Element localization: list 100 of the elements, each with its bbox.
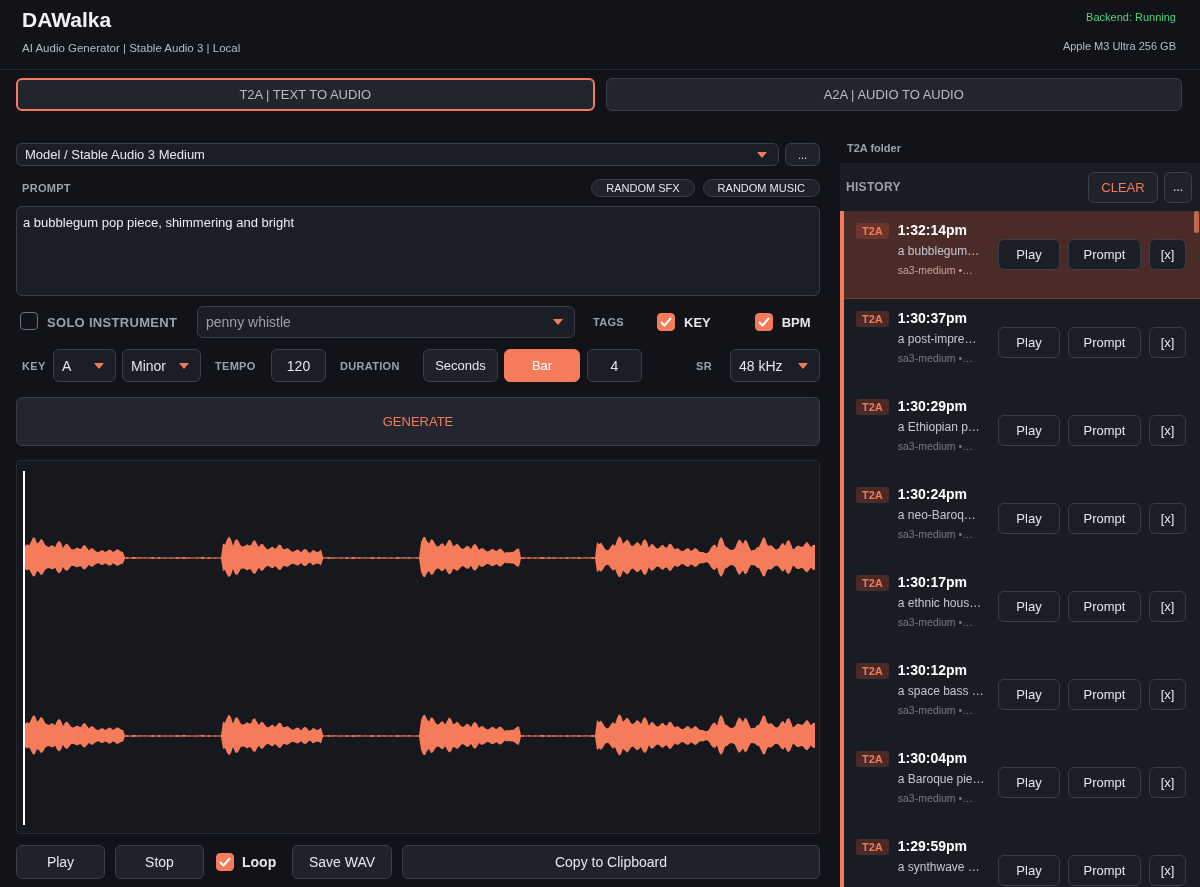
history-action-button[interactable]: [x]: [1149, 679, 1186, 710]
history-title: HISTORY: [846, 180, 902, 194]
history-model: sa3-medium •…: [897, 352, 974, 364]
duration-unit-button[interactable]: Seconds: [423, 349, 498, 382]
duration-label: DURATION: [340, 359, 401, 372]
history-action-button[interactable]: Play: [998, 503, 1060, 534]
history-action-button[interactable]: [x]: [1149, 239, 1186, 270]
checkbox[interactable]: [216, 853, 234, 871]
caret-icon: [756, 150, 768, 159]
history-item[interactable]: T2A 1:30:04pm a Baroque pie… sa3-medium •… Play Prompt [x]: [844, 739, 1200, 827]
checkbox[interactable]: [20, 311, 38, 330]
tempo-field[interactable]: 120: [271, 349, 326, 382]
transport-button[interactable]: Play: [16, 845, 105, 879]
history-prompt: a synthwave …: [897, 860, 981, 874]
tag-label: BPM: [781, 314, 811, 330]
random-button[interactable]: RANDOM MUSIC: [702, 179, 820, 197]
random-button[interactable]: RANDOM SFX: [591, 179, 695, 197]
generate-button[interactable]: GENERATE: [16, 397, 820, 446]
history-action-button[interactable]: Prompt: [1068, 415, 1141, 446]
device-label: Apple M3 Ultra 256 GB: [1062, 40, 1176, 52]
history-model: sa3-medium •…: [897, 792, 974, 804]
folder-label: T2A folder: [847, 142, 901, 154]
clear-button[interactable]: CLEAR: [1088, 171, 1158, 203]
history-action-button[interactable]: Play: [998, 767, 1060, 798]
history-prompt: a bubblegum…: [897, 244, 981, 258]
key-label: KEY: [22, 359, 47, 372]
history-model: sa3-medium •…: [897, 704, 974, 716]
sample-rate-select[interactable]: 48 kHz: [730, 349, 820, 382]
history-action-button[interactable]: Prompt: [1068, 239, 1141, 270]
history-action-button[interactable]: Prompt: [1068, 855, 1141, 886]
history-action-button[interactable]: Play: [998, 415, 1060, 446]
instrument-select[interactable]: penny whistle: [197, 306, 575, 338]
history-item[interactable]: T2A 1:30:37pm a post-impre… sa3-medium •… Play Prompt [x]: [844, 299, 1200, 387]
history-action-button[interactable]: Play: [998, 679, 1060, 710]
tags-label: TAGS: [593, 316, 625, 328]
duration-field[interactable]: 4: [587, 349, 642, 382]
type-badge: T2A: [856, 839, 889, 855]
more-button[interactable]: ...: [1164, 171, 1192, 203]
history-prompt: a Baroque pie…: [897, 772, 986, 786]
history-prompt: a Ethiopian p…: [897, 420, 981, 434]
mode-tab[interactable]: T2A | TEXT TO AUDIO: [16, 78, 595, 111]
type-badge: T2A: [856, 751, 889, 767]
history-prompt: a neo-Baroq…: [897, 508, 977, 522]
history-action-button[interactable]: Play: [998, 327, 1060, 358]
history-prompt: a space bass …: [897, 684, 985, 698]
caret-icon: [552, 318, 564, 326]
history-item[interactable]: T2A 1:30:29pm a Ethiopian p… sa3-medium •… Play Prompt [x]: [844, 387, 1200, 475]
history-item[interactable]: T2A 1:30:17pm a ethnic hous… sa3-medium •… Play Prompt [x]: [844, 563, 1200, 651]
app-subtitle: AI Audio Generator | Stable Audio 3 | Local: [22, 42, 241, 54]
type-badge: T2A: [856, 223, 889, 239]
history-action-button[interactable]: [x]: [1149, 855, 1186, 886]
history-action-button[interactable]: Play: [998, 239, 1060, 270]
type-badge: T2A: [856, 575, 889, 591]
history-action-button[interactable]: Prompt: [1068, 503, 1141, 534]
history-time: 1:32:14pm: [897, 222, 969, 238]
history-item[interactable]: T2A 1:30:24pm a neo-Baroq… sa3-medium •… Play Prompt [x]: [844, 475, 1200, 563]
type-badge: T2A: [856, 663, 889, 679]
history-action-button[interactable]: Prompt: [1068, 679, 1141, 710]
checkbox[interactable]: [754, 313, 773, 331]
prompt-field[interactable]: a bubblegum pop piece, shimmering and bright: [16, 206, 820, 296]
transport-button[interactable]: Stop: [115, 845, 204, 879]
history-time: 1:30:12pm: [897, 662, 969, 678]
app-title: DAWalka: [22, 8, 113, 32]
loop-label: Loop: [242, 854, 278, 870]
solo-instrument-label: SOLO INSTRUMENT: [47, 314, 179, 330]
sample-rate-label: SR: [696, 359, 713, 372]
type-badge: T2A: [856, 399, 889, 415]
history-action-button[interactable]: Play: [998, 591, 1060, 622]
save-wav-button[interactable]: Save WAV: [292, 845, 392, 879]
history-action-button[interactable]: [x]: [1149, 591, 1186, 622]
copy-button[interactable]: Copy to Clipboard: [402, 845, 820, 879]
history-action-button[interactable]: [x]: [1149, 767, 1186, 798]
history-model: sa3-medium •…: [897, 264, 974, 276]
more-button[interactable]: ...: [785, 143, 820, 166]
history-time: 1:30:37pm: [897, 310, 969, 326]
key-select[interactable]: A: [53, 349, 116, 382]
history-action-button[interactable]: Prompt: [1068, 327, 1141, 358]
history-action-button[interactable]: Prompt: [1068, 591, 1141, 622]
checkbox[interactable]: [657, 313, 675, 331]
history-time: 1:30:04pm: [897, 750, 969, 766]
history-item[interactable]: T2A 1:29:59pm a synthwave … Play Prompt [x]: [844, 827, 1200, 887]
caret-icon: [797, 361, 809, 370]
history-action-button[interactable]: [x]: [1149, 415, 1186, 446]
history-time: 1:30:29pm: [897, 398, 969, 414]
mode-select[interactable]: Minor: [122, 349, 201, 382]
history-action-button[interactable]: Prompt: [1068, 767, 1141, 798]
scrollbar[interactable]: [1194, 211, 1199, 233]
model-select[interactable]: Model / Stable Audio 3 Medium: [16, 143, 779, 166]
history-time: 1:29:59pm: [897, 838, 969, 854]
history-prompt: a post-impre…: [897, 332, 978, 346]
history-item[interactable]: T2A 1:32:14pm a bubblegum… sa3-medium •… Play Prompt [x]: [844, 211, 1200, 299]
mode-tab[interactable]: A2A | AUDIO TO AUDIO: [605, 78, 1182, 111]
history-action-button[interactable]: [x]: [1149, 503, 1186, 534]
history-action-button[interactable]: Play: [998, 855, 1060, 886]
history-model: sa3-medium •…: [897, 616, 974, 628]
caret-icon: [93, 361, 105, 370]
history-time: 1:30:17pm: [897, 574, 969, 590]
history-item[interactable]: T2A 1:30:12pm a space bass … sa3-medium •… Play Prompt [x]: [844, 651, 1200, 739]
history-model: sa3-medium •…: [897, 440, 974, 452]
history-action-button[interactable]: [x]: [1149, 327, 1186, 358]
